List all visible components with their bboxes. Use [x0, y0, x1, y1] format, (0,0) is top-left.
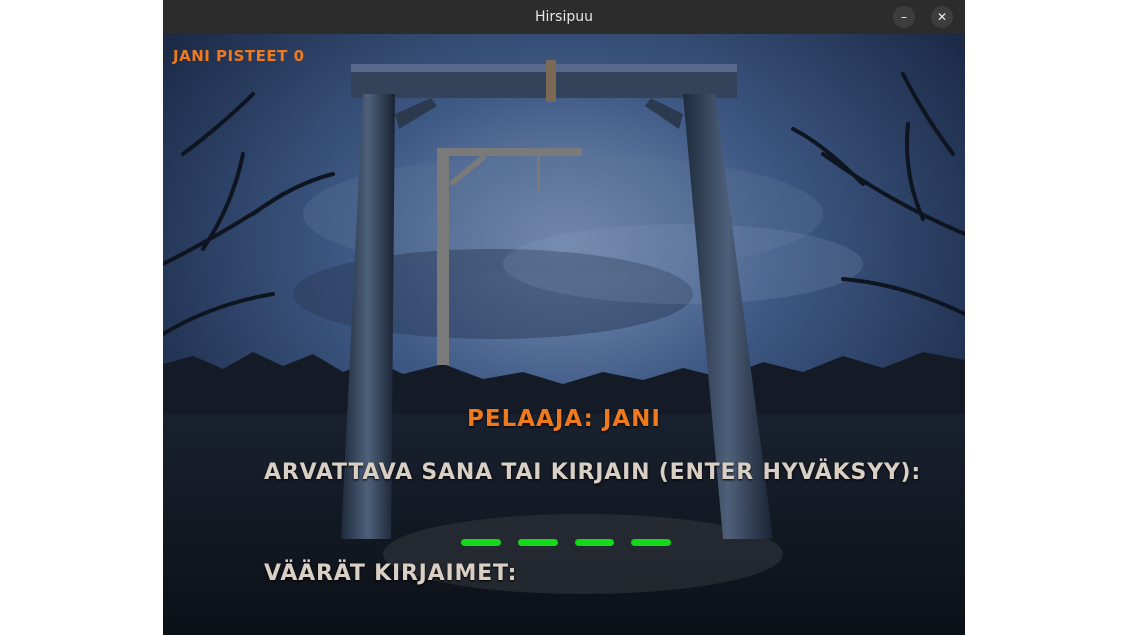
- letter-blank: [517, 539, 558, 546]
- word-blanks: [461, 539, 671, 547]
- wrong-letters-label: VÄÄRÄT KIRJAIMET:: [264, 561, 518, 586]
- guess-prompt: ARVATTAVA SANA TAI KIRJAIN (ENTER HYVÄKS…: [264, 460, 922, 485]
- close-button[interactable]: ✕: [931, 6, 953, 28]
- letter-blank: [461, 539, 501, 546]
- player-score: JANI PISTEET 0: [173, 47, 305, 65]
- minimize-button[interactable]: –: [893, 6, 915, 28]
- current-player: PELAAJA: JANI: [467, 406, 661, 432]
- game-window: Hirsipuu – ✕ JANI PISTEET 0 PELAAJA: JAN…: [163, 0, 965, 635]
- letter-blank: [631, 539, 671, 546]
- title-bar[interactable]: Hirsipuu – ✕: [163, 0, 965, 35]
- window-title: Hirsipuu: [535, 9, 593, 25]
- letter-blank: [574, 539, 615, 546]
